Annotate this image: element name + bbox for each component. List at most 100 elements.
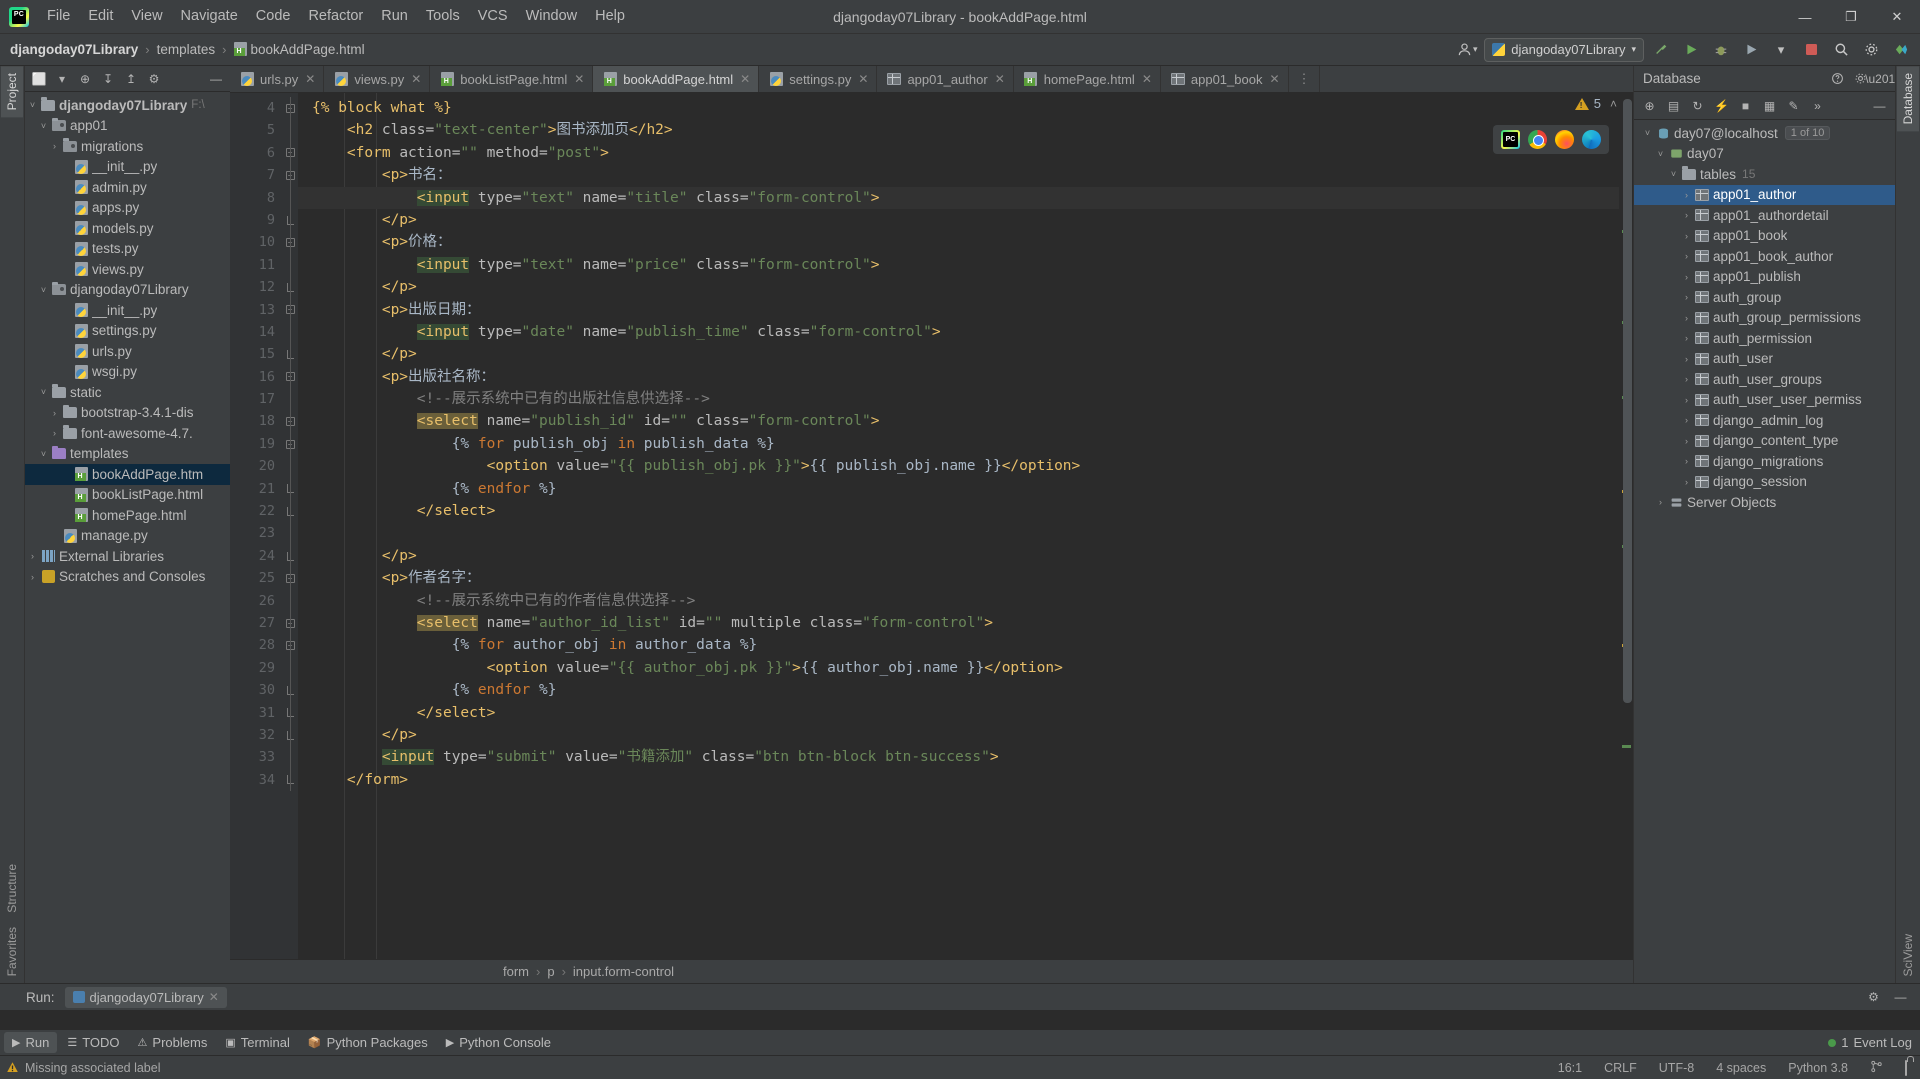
code-line[interactable]: <p>作者名字： — [298, 567, 1619, 589]
database-tree-item[interactable]: › auth_group_permissions — [1634, 308, 1895, 329]
run-tab[interactable]: djangoday07Library ✕ — [64, 986, 227, 1008]
stop-icon[interactable] — [1798, 38, 1824, 62]
line-number[interactable]: 25 — [230, 567, 282, 589]
close-icon[interactable]: ✕ — [740, 72, 750, 86]
settings-gear-icon[interactable] — [1858, 38, 1884, 62]
line-number[interactable]: 33 — [230, 746, 282, 768]
collapse-arrow-icon[interactable]: › — [1679, 313, 1694, 323]
editor-tab-overflow[interactable]: ⋮ — [1289, 66, 1320, 92]
run-minimize-icon[interactable]: — — [1889, 986, 1912, 1008]
code-line[interactable]: <select name="publish_id" id="" class="f… — [298, 410, 1619, 432]
updates-icon[interactable] — [1888, 38, 1914, 62]
collapse-arrow-icon[interactable]: › — [1679, 477, 1694, 487]
expand-arrow-icon[interactable]: ˅ — [36, 387, 51, 397]
database-tree-item[interactable]: ˅ day07 — [1634, 144, 1895, 165]
project-tree-item[interactable]: admin.py — [25, 177, 230, 198]
close-icon[interactable]: ✕ — [305, 72, 315, 86]
editor-tab-urls-py[interactable]: urls.py ✕ — [230, 66, 325, 92]
collapse-arrow-icon[interactable]: › — [1679, 231, 1694, 241]
line-number[interactable]: 17 — [230, 388, 282, 410]
line-number[interactable]: 23 — [230, 522, 282, 544]
code-line[interactable]: <p>出版社名称： — [298, 366, 1619, 388]
database-tree-item[interactable]: › app01_book_author — [1634, 246, 1895, 267]
project-tree-item[interactable]: homePage.html — [25, 505, 230, 526]
project-tree-item[interactable]: ˅ app01 — [25, 116, 230, 137]
collapse-arrow-icon[interactable]: › — [47, 408, 62, 418]
editor-breadcrumb-item[interactable]: p — [544, 964, 557, 979]
expand-arrow-icon[interactable]: ˅ — [36, 449, 51, 459]
tool-tab-sciview[interactable]: SciView — [1897, 927, 1919, 983]
lock-icon[interactable] — [1902, 1059, 1910, 1077]
python-interpreter[interactable]: Python 3.8 — [1785, 1059, 1851, 1077]
line-number[interactable]: 8 — [230, 187, 282, 209]
database-tree-item[interactable]: › django_admin_log — [1634, 410, 1895, 431]
line-number[interactable]: 7 — [230, 164, 282, 186]
line-number[interactable]: 14 — [230, 321, 282, 343]
code-line[interactable]: <select name="author_id_list" id="" mult… — [298, 612, 1619, 634]
database-tree-item[interactable]: › app01_author — [1634, 184, 1895, 205]
line-number[interactable]: 26 — [230, 590, 282, 612]
database-tree-item[interactable]: › auth_permission — [1634, 328, 1895, 349]
code-line[interactable]: </form> — [298, 769, 1619, 791]
editor-tab-bookListPage-html[interactable]: bookListPage.html ✕ — [430, 66, 594, 92]
menu-run[interactable]: Run — [372, 5, 417, 28]
database-tree-item[interactable]: › django_session — [1634, 472, 1895, 493]
line-number[interactable]: 15 — [230, 343, 282, 365]
line-number[interactable]: 29 — [230, 657, 282, 679]
inspection-widget[interactable]: 5 ˄ — [1574, 96, 1617, 111]
caret-position[interactable]: 16:1 — [1555, 1059, 1585, 1077]
menu-code[interactable]: Code — [247, 5, 300, 28]
editor-marker-bar[interactable] — [1619, 93, 1633, 959]
line-number[interactable]: 27 — [230, 612, 282, 634]
line-separator[interactable]: CRLF — [1601, 1059, 1640, 1077]
database-tree-item[interactable]: › auth_user — [1634, 349, 1895, 370]
collapse-arrow-icon[interactable]: › — [47, 141, 62, 151]
code-line[interactable]: {% endfor %} — [298, 478, 1619, 500]
collapse-arrow-icon[interactable]: › — [1679, 456, 1694, 466]
project-tree-item[interactable]: › Scratches and Consoles — [25, 567, 230, 588]
project-toolbar-button-3[interactable]: ↧ — [97, 68, 119, 89]
expand-arrow-icon[interactable]: ˅ — [1653, 149, 1668, 159]
collapse-arrow-icon[interactable]: › — [1679, 251, 1694, 261]
menu-refactor[interactable]: Refactor — [299, 5, 372, 28]
code-line[interactable]: <option value="{{ author_obj.pk }}">{{ a… — [298, 657, 1619, 679]
tool-window-python-packages[interactable]: 📦 Python Packages — [300, 1032, 436, 1053]
project-tree-item[interactable]: ˅ static — [25, 382, 230, 403]
line-number[interactable]: 24 — [230, 545, 282, 567]
menu-tools[interactable]: Tools — [417, 5, 469, 28]
line-number[interactable]: 18 — [230, 410, 282, 432]
code-line[interactable]: {% for publish_obj in publish_data %} — [298, 433, 1619, 455]
file-encoding[interactable]: UTF-8 — [1656, 1059, 1697, 1077]
account-icon[interactable]: ▾ — [1454, 38, 1480, 62]
database-tree-item[interactable]: › app01_publish — [1634, 267, 1895, 288]
project-tree-item[interactable]: tests.py — [25, 239, 230, 260]
tool-window-terminal[interactable]: ▣ Terminal — [217, 1032, 298, 1053]
code-line[interactable]: </select> — [298, 702, 1619, 724]
code-line[interactable]: <h2 class="text-center">图书添加页</h2> — [298, 119, 1619, 141]
collapse-arrow-icon[interactable]: › — [1679, 395, 1694, 405]
collapse-arrow-icon[interactable]: › — [1679, 415, 1694, 425]
project-tree-item[interactable]: ˅ djangoday07Library — [25, 280, 230, 301]
event-log-button[interactable]: 1 Event Log — [1828, 1035, 1912, 1050]
line-number[interactable]: 31 — [230, 702, 282, 724]
project-tree-item[interactable]: views.py — [25, 259, 230, 280]
database-toolbar-button-5[interactable]: ▦ — [1758, 95, 1781, 117]
menu-vcs[interactable]: VCS — [469, 5, 517, 28]
breadcrumb-folder[interactable]: templates — [153, 40, 220, 59]
code-editor[interactable]: {% block what %} <h2 class="text-center"… — [298, 93, 1619, 959]
code-line[interactable]: <input type="date" name="publish_time" c… — [298, 321, 1619, 343]
project-tree-item[interactable]: › migrations — [25, 136, 230, 157]
project-tree-item[interactable]: settings.py — [25, 321, 230, 342]
line-number[interactable]: 4 — [230, 97, 282, 119]
tool-tab-structure[interactable]: Structure — [1, 857, 23, 920]
chrome-icon[interactable] — [1528, 130, 1547, 149]
code-line[interactable]: <!--展示系统中已有的出版社信息供选择--> — [298, 388, 1619, 410]
database-toolbar-button-3[interactable]: ⚡ — [1710, 95, 1733, 117]
database-toolbar-button-8[interactable]: — — [1868, 95, 1891, 117]
editor-tab-settings-py[interactable]: settings.py ✕ — [759, 66, 878, 92]
line-number[interactable]: 5 — [230, 119, 282, 141]
maximize-button[interactable]: ❐ — [1828, 0, 1874, 34]
build-icon[interactable] — [1648, 38, 1674, 62]
close-icon[interactable]: ✕ — [1142, 72, 1152, 86]
collapse-arrow-icon[interactable]: › — [25, 551, 40, 561]
